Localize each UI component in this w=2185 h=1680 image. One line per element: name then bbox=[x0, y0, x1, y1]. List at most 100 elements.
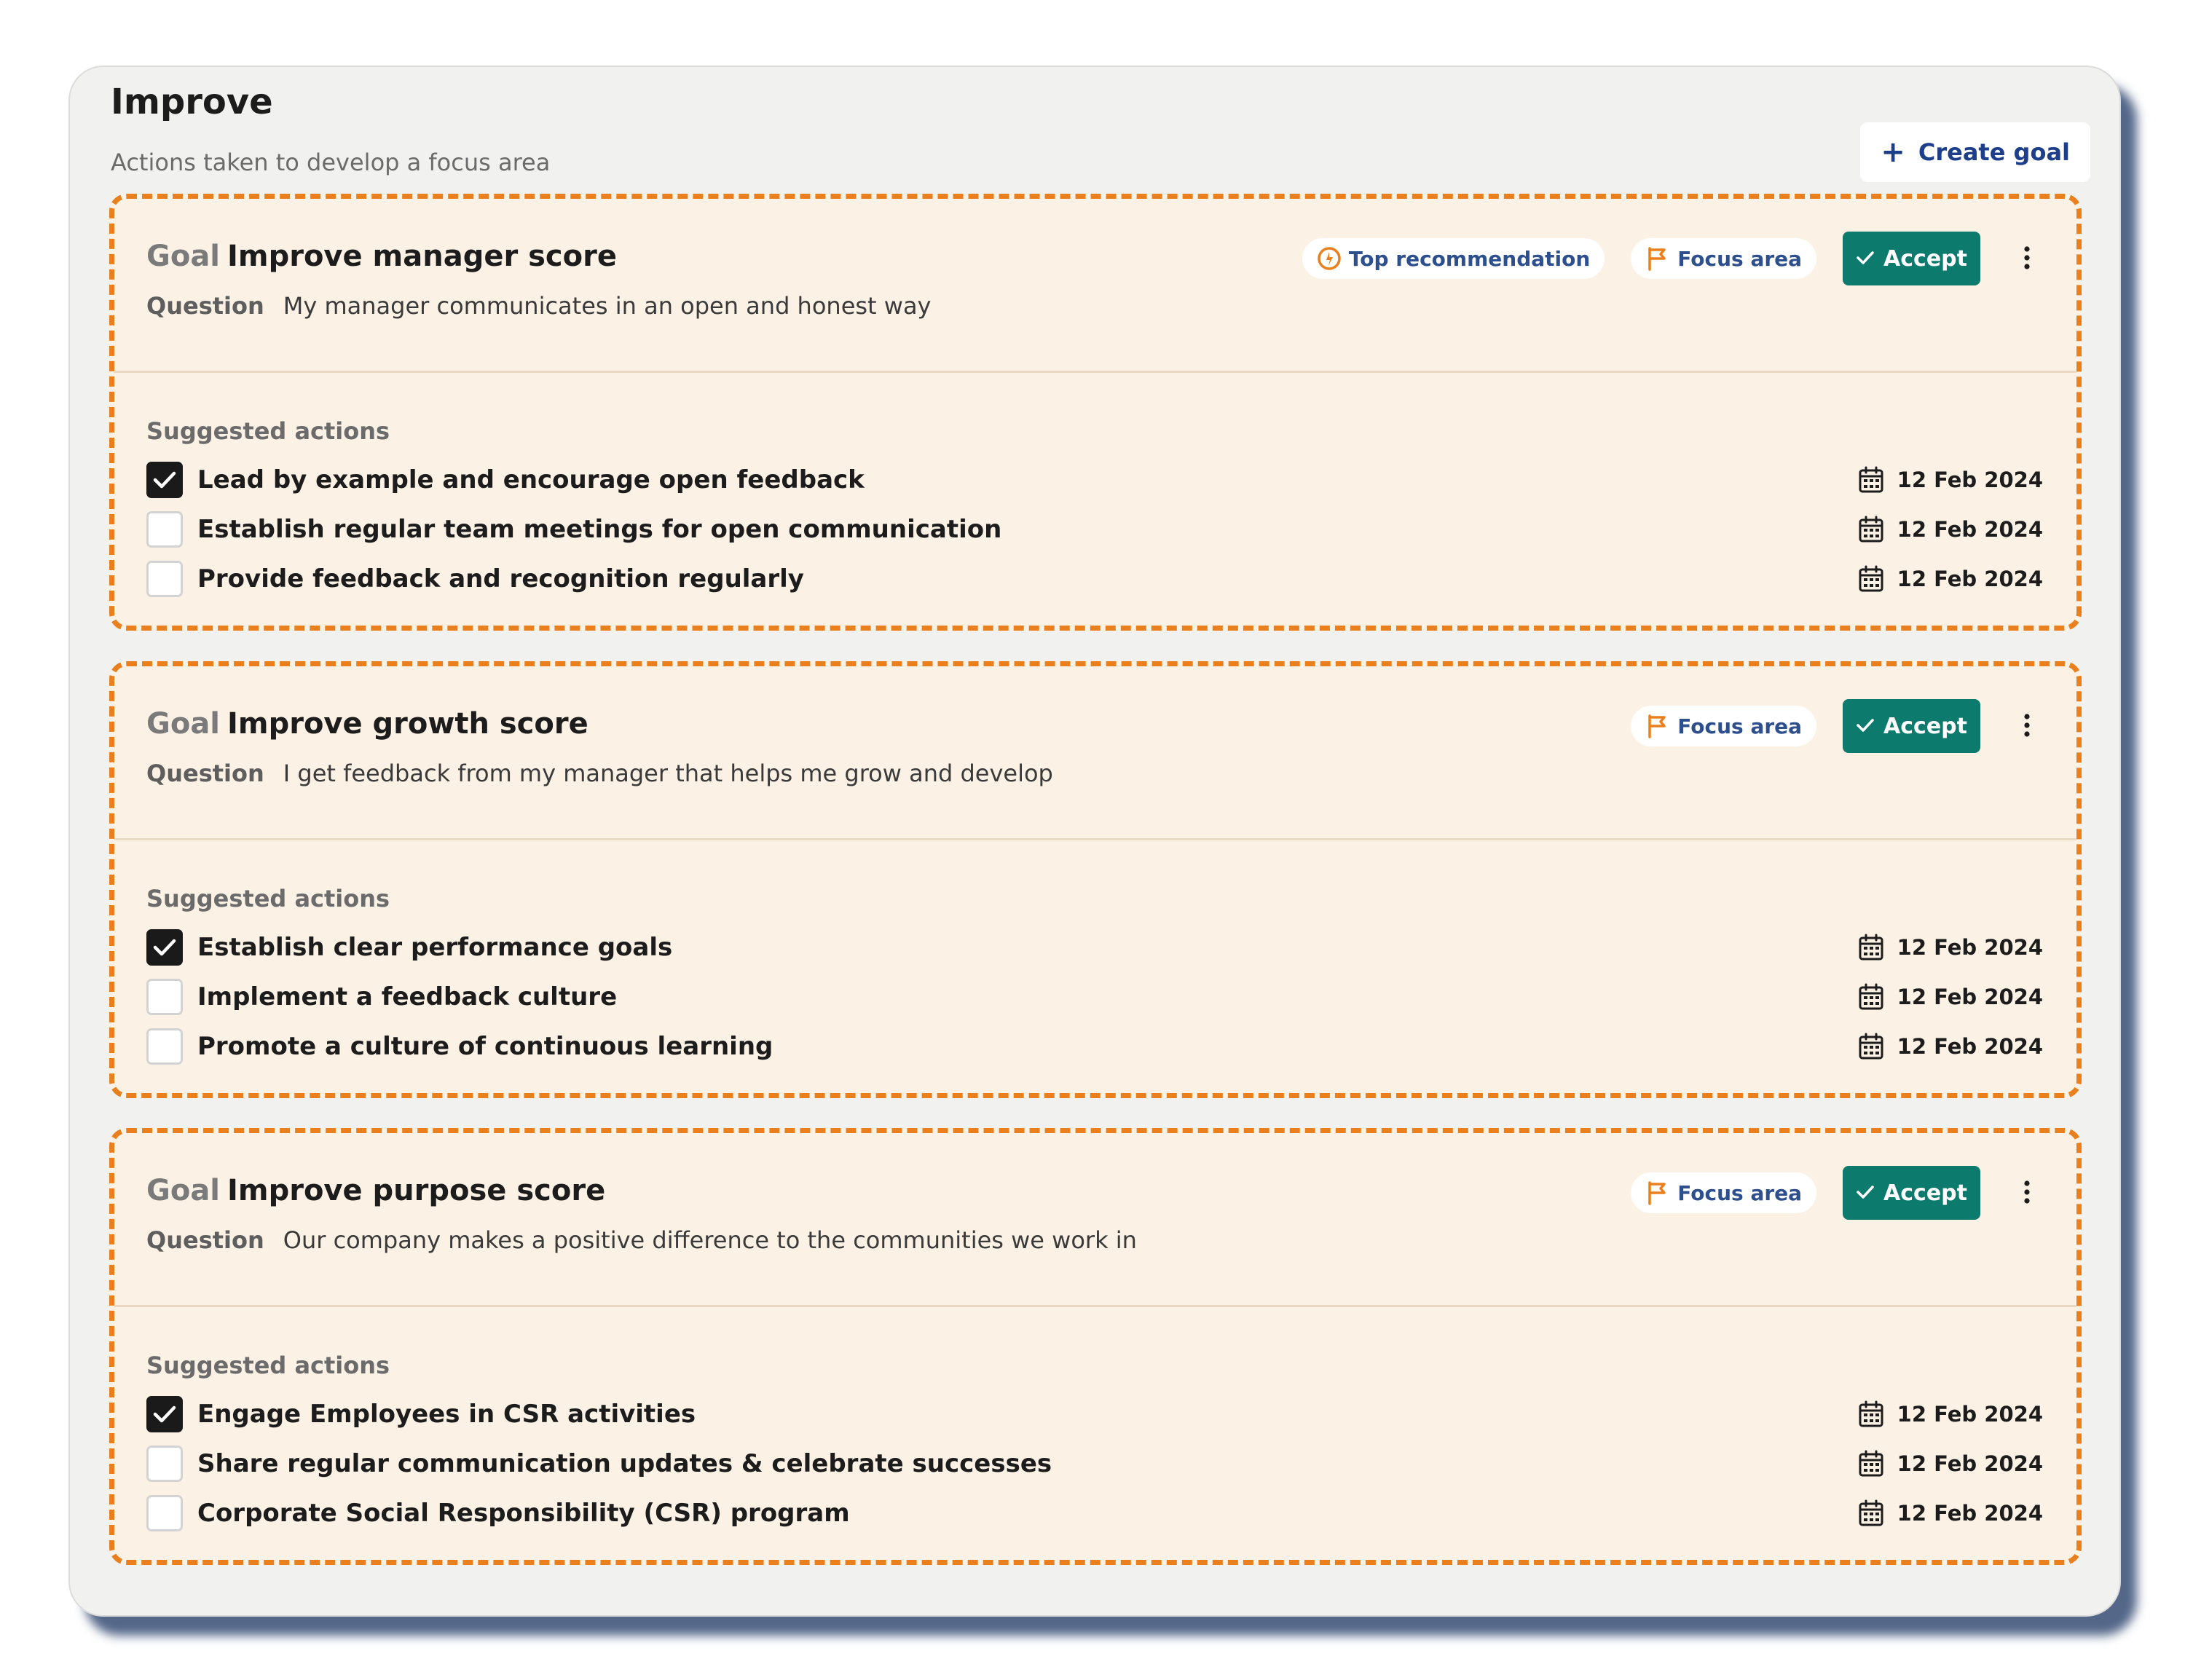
goal-title: Goal Improve manager score bbox=[146, 240, 617, 273]
date-text: 12 Feb 2024 bbox=[1897, 468, 2043, 492]
focus-area-badge: Focus area bbox=[1631, 706, 1817, 746]
question-label: Question bbox=[146, 292, 264, 320]
accept-button[interactable]: Accept bbox=[1843, 1166, 1980, 1220]
action-due-date: 12 Feb 2024 bbox=[1858, 983, 2043, 1011]
plus-icon: + bbox=[1881, 135, 1905, 169]
focus-area-label: Focus area bbox=[1677, 246, 1803, 271]
action-due-date: 12 Feb 2024 bbox=[1858, 565, 2043, 593]
create-goal-label: Create goal bbox=[1918, 138, 2070, 166]
calendar-icon bbox=[1858, 516, 1884, 543]
suggested-actions-heading: Suggested actions bbox=[146, 417, 390, 445]
vertical-dots-icon bbox=[2023, 713, 2031, 740]
goal-question: Question My manager communicates in an op… bbox=[146, 292, 931, 320]
check-icon bbox=[1856, 1180, 1875, 1206]
action-label: Provide feedback and recognition regular… bbox=[197, 564, 804, 593]
question-label: Question bbox=[146, 1226, 264, 1254]
action-item: Engage Employees in CSR activities 12 Fe… bbox=[146, 1394, 2043, 1435]
more-options-button[interactable] bbox=[2007, 699, 2047, 753]
goal-card: Goal Improve growth score Question I get f… bbox=[109, 661, 2082, 1098]
top-recommendation-label: Top recommendation bbox=[1348, 246, 1591, 271]
action-checkbox-checked[interactable] bbox=[146, 929, 183, 966]
action-due-date: 12 Feb 2024 bbox=[1858, 1033, 2043, 1060]
vertical-dots-icon bbox=[2023, 1180, 2031, 1207]
calendar-icon bbox=[1858, 466, 1884, 494]
goal-question: Question Our company makes a positive dif… bbox=[146, 1226, 1137, 1254]
goal-title: Goal Improve growth score bbox=[146, 707, 588, 741]
goal-prefix: Goal bbox=[146, 240, 221, 273]
action-due-date: 12 Feb 2024 bbox=[1858, 1450, 2043, 1478]
goal-prefix: Goal bbox=[146, 707, 221, 741]
action-label: Establish regular team meetings for open… bbox=[197, 515, 1002, 544]
top-recommendation-badge: Top recommendation bbox=[1302, 238, 1605, 279]
more-options-button[interactable] bbox=[2007, 1166, 2047, 1220]
action-label: Promote a culture of continuous learning bbox=[197, 1032, 773, 1061]
goal-card: Goal Improve manager score Question My man… bbox=[109, 194, 2082, 631]
date-text: 12 Feb 2024 bbox=[1897, 1402, 2043, 1427]
check-icon bbox=[1856, 246, 1875, 272]
focus-area-label: Focus area bbox=[1677, 714, 1803, 738]
accept-button[interactable]: Accept bbox=[1843, 232, 1980, 285]
date-text: 12 Feb 2024 bbox=[1897, 985, 2043, 1009]
date-text: 12 Feb 2024 bbox=[1897, 1451, 2043, 1476]
focus-area-badge: Focus area bbox=[1631, 238, 1817, 279]
suggested-actions-heading: Suggested actions bbox=[146, 1352, 390, 1379]
question-text: Our company makes a positive difference … bbox=[283, 1226, 1137, 1254]
action-checkbox[interactable] bbox=[146, 1446, 183, 1482]
action-due-date: 12 Feb 2024 bbox=[1858, 466, 2043, 494]
action-checkbox[interactable] bbox=[146, 561, 183, 597]
date-text: 12 Feb 2024 bbox=[1897, 517, 2043, 542]
question-text: I get feedback from my manager that help… bbox=[283, 760, 1053, 787]
suggested-actions-heading: Suggested actions bbox=[146, 885, 390, 912]
focus-area-badge: Focus area bbox=[1631, 1172, 1817, 1213]
action-checkbox[interactable] bbox=[146, 1028, 183, 1065]
improve-panel: Improve Actions taken to develop a focus… bbox=[68, 66, 2121, 1617]
goal-question: Question I get feedback from my manager t… bbox=[146, 760, 1053, 787]
action-item: Lead by example and encourage open feedb… bbox=[146, 460, 2043, 500]
flag-icon bbox=[1645, 246, 1670, 271]
action-label: Implement a feedback culture bbox=[197, 982, 618, 1011]
check-icon bbox=[1856, 714, 1875, 739]
action-item: Promote a culture of continuous learning… bbox=[146, 1026, 2043, 1067]
focus-area-label: Focus area bbox=[1677, 1180, 1803, 1205]
action-item: Provide feedback and recognition regular… bbox=[146, 559, 2043, 599]
goal-name: Improve purpose score bbox=[227, 1174, 606, 1207]
goal-prefix: Goal bbox=[146, 1174, 221, 1207]
calendar-icon bbox=[1858, 1450, 1884, 1478]
action-due-date: 12 Feb 2024 bbox=[1858, 516, 2043, 543]
calendar-icon bbox=[1858, 1499, 1884, 1527]
create-goal-button[interactable]: + Create goal bbox=[1860, 122, 2090, 182]
goal-card: Goal Improve purpose score Question Our co… bbox=[109, 1128, 2082, 1565]
action-item: Share regular communication updates & ce… bbox=[146, 1443, 2043, 1484]
vertical-dots-icon bbox=[2023, 245, 2031, 272]
top-recommendation-icon bbox=[1317, 246, 1342, 271]
accept-label: Accept bbox=[1883, 713, 1967, 739]
divider bbox=[114, 838, 2076, 840]
accept-button[interactable]: Accept bbox=[1843, 699, 1980, 753]
goal-name: Improve manager score bbox=[227, 240, 617, 273]
more-options-button[interactable] bbox=[2007, 232, 2047, 285]
accept-label: Accept bbox=[1883, 1180, 1967, 1206]
action-label: Share regular communication updates & ce… bbox=[197, 1449, 1052, 1478]
action-checkbox[interactable] bbox=[146, 979, 183, 1015]
action-checkbox[interactable] bbox=[146, 511, 183, 548]
date-text: 12 Feb 2024 bbox=[1897, 1501, 2043, 1526]
date-text: 12 Feb 2024 bbox=[1897, 567, 2043, 591]
divider bbox=[114, 1305, 2076, 1307]
action-item: Establish clear performance goals 12 Feb… bbox=[146, 927, 2043, 968]
flag-icon bbox=[1645, 714, 1670, 738]
date-text: 12 Feb 2024 bbox=[1897, 935, 2043, 960]
action-checkbox-checked[interactable] bbox=[146, 1396, 183, 1432]
action-checkbox-checked[interactable] bbox=[146, 462, 183, 498]
action-label: Lead by example and encourage open feedb… bbox=[197, 465, 865, 494]
action-checkbox[interactable] bbox=[146, 1495, 183, 1531]
calendar-icon bbox=[1858, 1400, 1884, 1428]
calendar-icon bbox=[1858, 1033, 1884, 1060]
action-due-date: 12 Feb 2024 bbox=[1858, 1499, 2043, 1527]
goal-title: Goal Improve purpose score bbox=[146, 1174, 605, 1207]
calendar-icon bbox=[1858, 983, 1884, 1011]
action-label: Corporate Social Responsibility (CSR) pr… bbox=[197, 1499, 850, 1528]
action-due-date: 12 Feb 2024 bbox=[1858, 934, 2043, 961]
action-item: Implement a feedback culture 12 Feb 2024 bbox=[146, 977, 2043, 1017]
calendar-icon bbox=[1858, 934, 1884, 961]
date-text: 12 Feb 2024 bbox=[1897, 1034, 2043, 1059]
